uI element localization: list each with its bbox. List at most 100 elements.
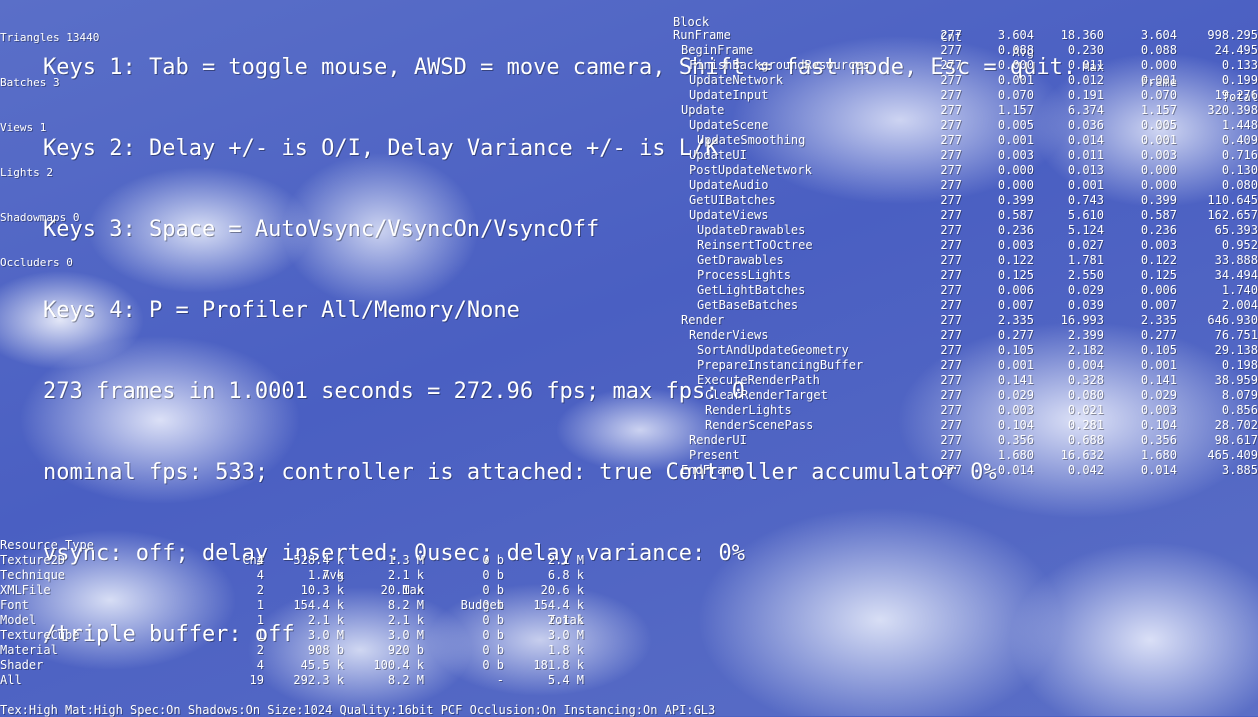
profiler-total: 110.645 [1207,193,1258,207]
resource-total: 2.1 k [547,613,584,627]
profiler-frame: 3.604 [1140,28,1177,42]
profiler-frame: 0.399 [1140,193,1177,207]
profiler-total: 0.409 [1221,133,1258,147]
profiler-cnt: 277 [940,463,962,477]
profiler-cnt: 277 [940,103,962,117]
profiler-cnt: 277 [940,253,962,267]
resource-max: 100.4 k [373,658,424,672]
profiler-total: 0.856 [1221,403,1258,417]
profiler-avg: 0.277 [997,328,1034,342]
profiler-total: 0.133 [1221,58,1258,72]
resource-type: Material [0,643,58,657]
profiler-total: 29.138 [1214,343,1258,357]
profiler-total: 33.888 [1214,253,1258,267]
profiler-block-name: GetUIBatches [689,193,776,207]
profiler-total: 3.885 [1221,463,1258,477]
resource-cnt: 1 [256,613,264,627]
profiler-max: 0.191 [1067,88,1104,102]
profiler-cnt: 277 [940,358,962,372]
profiler-max: 16.993 [1060,313,1104,327]
profiler-total: 465.409 [1207,448,1258,462]
resource-cnt: 4 [256,658,264,672]
profiler-frame: 2.335 [1140,313,1177,327]
resource-type: All [0,673,22,687]
profiler-cnt: 277 [940,268,962,282]
profiler-block-name: RenderViews [689,328,769,342]
profiler-block-name: RunFrame [673,28,731,42]
resource-type: Font [0,598,29,612]
profiler-max: 0.743 [1067,193,1104,207]
resource-avg: 1.7 k [307,568,344,582]
resource-cnt: 4 [256,553,264,567]
profiler-total: 98.617 [1214,433,1258,447]
profiler-cnt: 277 [940,88,962,102]
profiler-block-name: GetBaseBatches [697,298,799,312]
profiler-total: 34.494 [1214,268,1258,282]
profiler-frame: 0.356 [1140,433,1177,447]
profiler-max: 0.001 [1067,178,1104,192]
profiler-frame: 1.157 [1140,103,1177,117]
profiler-total: 998.295 [1207,28,1258,42]
profiler-avg: 0.356 [997,433,1034,447]
profiler-block-name: RenderUI [689,433,747,447]
resource-total: 154.4 k [533,598,584,612]
profiler-avg: 0.003 [997,403,1034,417]
resource-budget: 0 b [482,643,504,657]
profiler-frame: 0.104 [1140,418,1177,432]
profiler-block-name: EndFrame [681,463,739,477]
resource-total: 2.1 M [547,553,584,567]
resource-cnt: 19 [249,673,264,687]
profiler-total: 2.004 [1221,298,1258,312]
profiler-block-name: RenderLights [705,403,792,417]
profiler-max: 1.781 [1067,253,1104,267]
profiler-cnt: 277 [940,178,962,192]
profiler-total: 0.716 [1221,148,1258,162]
resource-type: Shader [0,658,44,672]
resource-total: 6.8 k [547,568,584,582]
profiler-max: 0.036 [1067,118,1104,132]
profiler-frame: 0.007 [1140,298,1177,312]
profiler-total: 320.398 [1207,103,1258,117]
profiler-frame: 1.680 [1140,448,1177,462]
resource-max: 1.3 M [387,553,424,567]
profiler-frame: 0.001 [1140,358,1177,372]
profiler-avg: 0.000 [997,58,1034,72]
profiler-total: 0.130 [1221,163,1258,177]
profiler-cnt: 277 [940,43,962,57]
resource-max: 2.1 k [387,568,424,582]
profiler-cnt: 277 [940,238,962,252]
profiler-avg: 0.122 [997,253,1034,267]
resource-max: 920 b [387,643,424,657]
profiler-max: 16.632 [1060,448,1104,462]
profiler-avg: 1.680 [997,448,1034,462]
profiler-avg: 0.001 [997,358,1034,372]
resource-cnt: 1 [256,628,264,642]
profiler-block-name: ReinsertToOctree [697,238,813,252]
profiler-max: 0.029 [1067,283,1104,297]
profiler-max: 0.004 [1067,358,1104,372]
profiler-block-name: RenderScenePass [705,418,814,432]
profiler-cnt: 277 [940,148,962,162]
profiler-total: 19.276 [1214,88,1258,102]
profiler-cnt: 277 [940,58,962,72]
profiler-block-name: UpdateAudio [689,178,769,192]
profiler-total: 0.199 [1221,73,1258,87]
resource-budget: - [496,673,504,687]
profiler-avg: 2.335 [997,313,1034,327]
resource-avg: 154.4 k [293,598,344,612]
profiler-cnt: 277 [940,298,962,312]
profiler-frame: 0.001 [1140,73,1177,87]
resource-budget: 0 b [482,583,504,597]
profiler-max: 2.182 [1067,343,1104,357]
resource-type: Technique [0,568,66,582]
profiler-max: 2.550 [1067,268,1104,282]
resource-avg: 908 b [307,643,344,657]
profiler-total: 0.952 [1221,238,1258,252]
profiler-frame: 0.000 [1140,58,1177,72]
profiler-block-name: GetDrawables [697,253,784,267]
resource-max: 8.2 M [387,673,424,687]
profiler-max: 0.014 [1067,133,1104,147]
profiler-avg: 0.014 [997,463,1034,477]
profiler-block-name: Present [689,448,740,462]
profiler-block-name: UpdateUI [689,148,747,162]
